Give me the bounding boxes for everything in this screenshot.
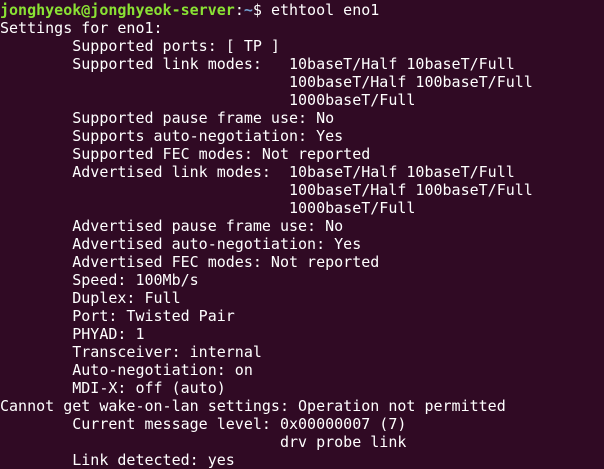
output-line: MDI-X: off (auto): [0, 379, 226, 397]
output-line: Duplex: Full: [0, 289, 181, 307]
prompt-user-host: jonghyeok@jonghyeok-server: [0, 1, 235, 19]
output-line: Supported link modes: 10baseT/Half 10bas…: [0, 55, 515, 73]
output-line: Supported FEC modes: Not reported: [0, 145, 371, 163]
prompt-line: jonghyeok@jonghyeok-server:~$ ethtool en…: [0, 1, 604, 19]
output-line: 100baseT/Half 100baseT/Full: [0, 73, 533, 91]
output-line: PHYAD: 1: [0, 325, 145, 343]
output-line: Current message level: 0x00000007 (7): [0, 415, 407, 433]
prompt-separator: :: [234, 1, 244, 19]
prompt-symbol: $: [252, 1, 271, 19]
output-line: Advertised auto-negotiation: Yes: [0, 235, 362, 253]
output-line: 100baseT/Half 100baseT/Full: [0, 181, 533, 199]
output-line: Cannot get wake-on-lan settings: Operati…: [0, 397, 506, 415]
output-line: Settings for eno1:: [0, 19, 163, 37]
output-line: Advertised pause frame use: No: [0, 217, 344, 235]
output-line: Transceiver: internal: [0, 343, 262, 361]
output-line: Supported pause frame use: No: [0, 109, 335, 127]
command-text: ethtool eno1: [270, 1, 380, 19]
output-line: Supported ports: [ TP ]: [0, 37, 280, 55]
output-line: Auto-negotiation: on: [0, 361, 253, 379]
output-line: Speed: 100Mb/s: [0, 271, 199, 289]
output-line: Supports auto-negotiation: Yes: [0, 127, 344, 145]
prompt-path: ~: [243, 1, 253, 19]
output-line: Port: Twisted Pair: [0, 307, 235, 325]
output-line: drv probe link: [0, 433, 407, 451]
output-line: Advertised link modes: 10baseT/Half 10ba…: [0, 163, 515, 181]
terminal-window[interactable]: jonghyeok@jonghyeok-server:~$ ethtool en…: [0, 0, 604, 469]
output-line: 1000baseT/Full: [0, 91, 416, 109]
output-line: 1000baseT/Full: [0, 199, 416, 217]
output-line: Advertised FEC modes: Not reported: [0, 253, 380, 271]
output-line: Link detected: yes: [0, 451, 235, 469]
